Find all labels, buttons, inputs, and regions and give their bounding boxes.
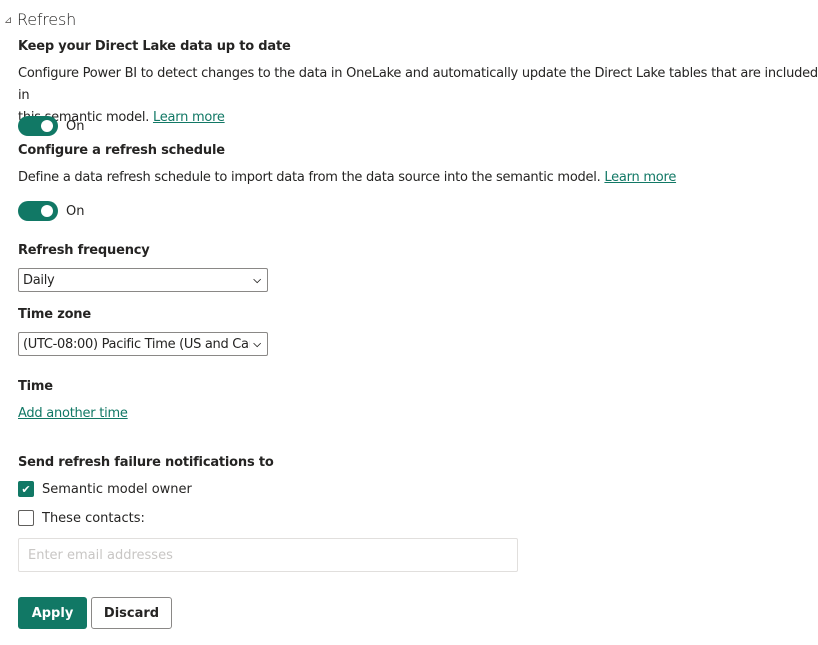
contacts-checkbox[interactable] bbox=[18, 510, 34, 526]
add-another-time-link[interactable]: Add another time bbox=[18, 403, 128, 425]
owner-checkbox-row[interactable]: ✔ Semantic model owner bbox=[18, 481, 192, 497]
schedule-learn-more-link[interactable]: Learn more bbox=[604, 170, 676, 185]
contacts-checkbox-row[interactable]: These contacts: bbox=[18, 510, 145, 526]
section-header[interactable]: ⊿ Refresh bbox=[4, 10, 76, 29]
contacts-checkbox-label: These contacts: bbox=[42, 510, 145, 526]
chevron-down-icon: ⌵ bbox=[253, 274, 261, 286]
apply-button[interactable]: Apply bbox=[18, 597, 87, 629]
frequency-select-value: Daily bbox=[23, 272, 55, 288]
checkmark-icon: ✔ bbox=[21, 482, 31, 496]
owner-checkbox[interactable]: ✔ bbox=[18, 481, 34, 497]
toggle-knob bbox=[41, 205, 53, 217]
frequency-select[interactable]: Daily ⌵ bbox=[18, 268, 268, 292]
owner-checkbox-label: Semantic model owner bbox=[42, 481, 192, 497]
triangle-collapse-icon[interactable]: ⊿ bbox=[4, 15, 17, 26]
schedule-toggle[interactable] bbox=[18, 201, 58, 221]
section-title: Refresh bbox=[17, 10, 77, 29]
direct-lake-heading: Keep your Direct Lake data up to date bbox=[18, 39, 291, 54]
toggle-knob bbox=[41, 120, 53, 132]
chevron-down-icon: ⌵ bbox=[253, 338, 261, 350]
schedule-toggle-label: On bbox=[66, 203, 85, 219]
schedule-description-block: Define a data refresh schedule to import… bbox=[18, 167, 676, 189]
schedule-heading: Configure a refresh schedule bbox=[18, 143, 225, 158]
timezone-select-value: (UTC-08:00) Pacific Time (US and Canada) bbox=[23, 336, 250, 352]
timezone-select[interactable]: (UTC-08:00) Pacific Time (US and Canada)… bbox=[18, 332, 268, 356]
time-label: Time bbox=[18, 379, 53, 394]
direct-lake-learn-more-link[interactable]: Learn more bbox=[153, 110, 225, 125]
direct-lake-description-line1: Configure Power BI to detect changes to … bbox=[18, 66, 818, 103]
direct-lake-toggle-label: On bbox=[66, 118, 85, 134]
email-input-placeholder: Enter email addresses bbox=[28, 547, 173, 563]
schedule-toggle-row: On bbox=[18, 201, 84, 221]
email-input[interactable]: Enter email addresses bbox=[18, 538, 518, 572]
direct-lake-toggle[interactable] bbox=[18, 116, 58, 136]
discard-button[interactable]: Discard bbox=[91, 597, 172, 629]
timezone-label: Time zone bbox=[18, 307, 91, 322]
refresh-settings-panel: ⊿ Refresh Keep your Direct Lake data up … bbox=[0, 0, 818, 645]
frequency-label: Refresh frequency bbox=[18, 243, 150, 258]
direct-lake-description: Configure Power BI to detect changes to … bbox=[18, 63, 818, 129]
notifications-heading: Send refresh failure notifications to bbox=[18, 455, 274, 470]
direct-lake-toggle-row: On bbox=[18, 116, 84, 136]
schedule-description: Define a data refresh schedule to import… bbox=[18, 170, 601, 185]
